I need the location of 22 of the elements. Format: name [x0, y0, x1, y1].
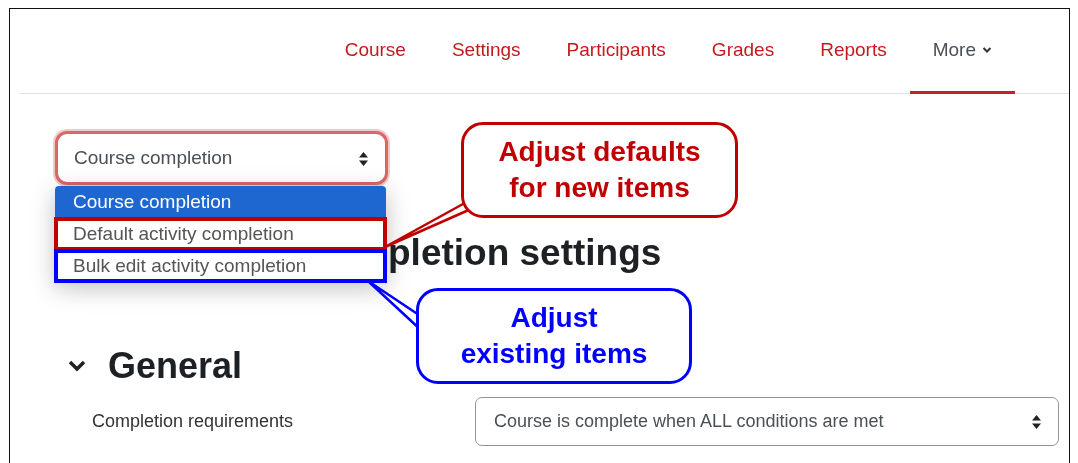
nav-tab[interactable]: Grades: [688, 9, 798, 94]
callout-text: Adjust: [509, 301, 599, 335]
chevron-down-icon[interactable]: [68, 359, 86, 372]
sort-icon: [1031, 414, 1042, 430]
nav-tab[interactable]: Reports: [797, 9, 910, 94]
dropdown-option[interactable]: Course completion: [55, 186, 386, 218]
nav-tab[interactable]: More: [909, 9, 1015, 94]
chevron-down-icon: [982, 46, 992, 54]
field-label: Completion requirements: [92, 410, 295, 433]
nav-tab[interactable]: Settings: [428, 9, 544, 94]
nav-tab[interactable]: Course: [321, 9, 429, 94]
callout-text: for new items: [508, 171, 691, 205]
section-title: General: [108, 344, 243, 388]
sort-icon: [358, 151, 369, 167]
dropdown-option[interactable]: Bulk edit activity completion: [55, 250, 386, 282]
select-field[interactable]: Course is complete when ALL conditions are met: [475, 397, 1059, 446]
page-heading: pletion settings: [388, 231, 662, 275]
callout-text: Adjust defaults: [497, 135, 702, 169]
page-select[interactable]: Course completion: [55, 131, 388, 185]
dropdown-option[interactable]: Default activity completion: [55, 218, 386, 250]
callout-text: existing items: [459, 337, 649, 371]
nav-tab[interactable]: Participants: [543, 9, 689, 94]
